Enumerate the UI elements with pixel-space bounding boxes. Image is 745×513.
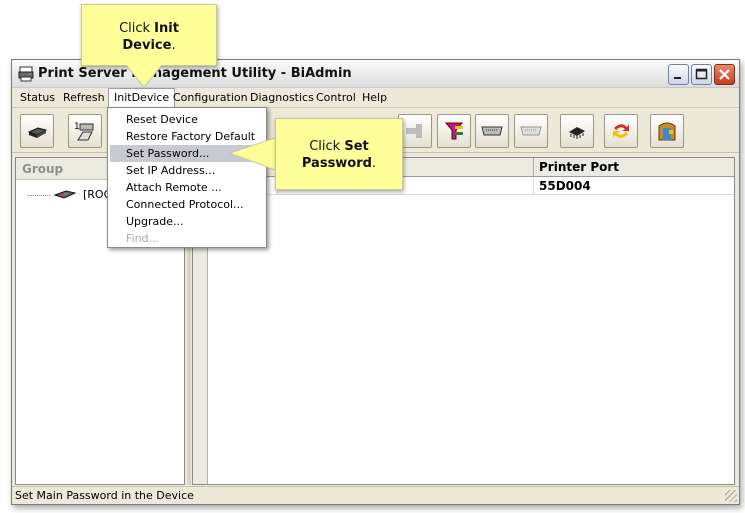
print-server-icon <box>52 190 77 199</box>
toolbar-chip-button[interactable] <box>560 114 594 148</box>
menu-item-connected-protocol[interactable]: Connected Protocol... <box>110 196 264 213</box>
close-icon <box>719 69 730 80</box>
toolbar-serial-port-button[interactable] <box>514 114 548 148</box>
menu-item-attach-remote[interactable]: Attach Remote ... <box>110 179 264 196</box>
close-button[interactable] <box>714 64 735 85</box>
cell-printer-port: 55D004 <box>539 179 591 193</box>
tree-connector <box>28 194 50 196</box>
network-config-icon: 1 <box>74 122 94 141</box>
initdevice-dropdown-menu: Reset Device Restore Factory Default Set… <box>107 107 267 248</box>
callout-click-init-device: Click Init Device. <box>81 4 217 66</box>
callout-text: . <box>371 156 377 171</box>
window-title: Print Server Management Utility - BiAdmi… <box>38 66 352 81</box>
callout-bold-text: Init <box>154 21 179 36</box>
toolbar-filter-button[interactable] <box>437 114 471 148</box>
column-header-printer-port[interactable]: Printer Port <box>534 158 736 177</box>
callout-text: Click <box>309 139 345 154</box>
callout-text: . <box>171 38 176 53</box>
toolbar-print-server-button[interactable] <box>20 114 54 148</box>
callout-bold-text: Set <box>344 139 369 154</box>
callout-click-set-password: Click Set Password. <box>275 118 403 190</box>
callout-arrow-down-icon <box>125 65 163 88</box>
callout-bold-text: Device <box>122 38 172 53</box>
device-list-panel[interactable]: Na ame Printer Port B. 55D004 <box>192 157 735 485</box>
maximize-icon <box>695 68 708 80</box>
resize-grip[interactable] <box>725 490 737 502</box>
maximize-button[interactable] <box>691 64 712 85</box>
exit-door-icon <box>658 122 676 141</box>
callout-arrow-left-icon <box>228 136 279 172</box>
menu-configuration[interactable]: Configuration <box>168 88 253 108</box>
serial-port-icon <box>520 126 542 136</box>
menu-refresh[interactable]: Refresh <box>58 88 110 108</box>
menu-item-find: Find... <box>126 232 160 245</box>
menu-help[interactable]: Help <box>357 88 392 108</box>
callout-text: Click <box>119 21 155 36</box>
minimize-icon <box>674 77 681 79</box>
status-bar: Set Main Password in the Device <box>12 486 739 504</box>
menu-status[interactable]: Status <box>15 88 60 108</box>
toolbar-parallel-port-button[interactable] <box>475 114 509 148</box>
toolbar-refresh-arrows-button[interactable] <box>604 114 638 148</box>
menu-item-upgrade[interactable]: Upgrade... <box>110 213 264 230</box>
callout-bold-text: Password <box>301 156 372 171</box>
print-server-icon <box>27 127 48 138</box>
chip-icon <box>569 127 585 139</box>
refresh-arrows-icon <box>613 124 629 138</box>
parallel-port-icon <box>481 126 503 136</box>
menu-bar: Status Refresh InitDevice Configuration … <box>12 88 739 108</box>
minimize-button[interactable] <box>668 64 689 85</box>
toolbar-network-config-button[interactable]: 1 <box>68 114 102 148</box>
menu-initdevice[interactable]: InitDevice <box>108 88 176 108</box>
status-text: Set Main Password in the Device <box>15 489 194 502</box>
menu-diagnostics[interactable]: Diagnostics <box>245 88 319 108</box>
toolbar-exit-door-button[interactable] <box>650 114 684 148</box>
svg-text:1: 1 <box>74 122 80 132</box>
menu-item-reset-device[interactable]: Reset Device <box>110 111 264 128</box>
printer-app-icon <box>18 66 34 82</box>
toolbar-network-port-button[interactable] <box>398 114 432 148</box>
menu-control[interactable]: Control <box>311 88 361 108</box>
filter-icon <box>444 122 464 140</box>
network-port-icon <box>406 124 422 138</box>
